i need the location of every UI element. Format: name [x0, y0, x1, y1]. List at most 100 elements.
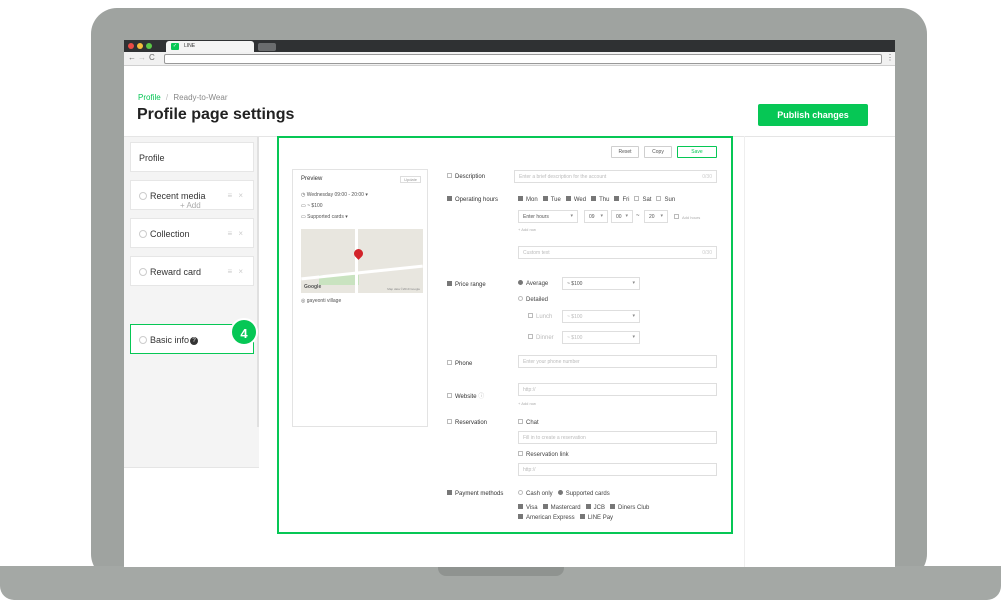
average-price-select[interactable]: ~ $100	[562, 277, 640, 290]
new-tab-button[interactable]	[258, 43, 276, 51]
save-button[interactable]: Save	[677, 146, 717, 158]
add-module-button[interactable]: + Add	[180, 201, 201, 210]
hours-type-select[interactable]: Enter hours	[518, 210, 578, 223]
drag-handle-icon[interactable]: ≡ ×	[227, 191, 245, 200]
add-hours-option[interactable]: Add hours	[674, 214, 700, 220]
browser-tab[interactable]: ✓ LINE	[166, 41, 254, 52]
drag-handle-icon[interactable]: ≡ ×	[227, 267, 245, 276]
reset-button[interactable]: Reset	[611, 146, 639, 158]
toggle-radio[interactable]	[139, 336, 147, 344]
card-diners[interactable]: Diners Club	[609, 504, 649, 511]
line-logo-icon: ✓	[171, 43, 179, 50]
url-input[interactable]	[164, 54, 882, 64]
step-badge: 4	[230, 318, 258, 346]
card-line-pay[interactable]: LINE Pay	[579, 514, 613, 521]
sidebar-item-label: Basic info?	[150, 335, 199, 345]
forward-arrow-icon[interactable]: →	[138, 53, 146, 62]
sidebar-item-label: Collection	[150, 229, 190, 239]
payment-checkbox[interactable]	[447, 490, 452, 495]
update-preview-button[interactable]: Update	[400, 176, 421, 183]
dinner-price-select[interactable]: ~ $100	[562, 331, 640, 344]
copy-button[interactable]: Copy	[644, 146, 672, 158]
website-add-row-link[interactable]: + Add row	[518, 401, 536, 406]
card-amex[interactable]: American Express	[518, 514, 575, 521]
start-hour-select[interactable]: 09	[584, 210, 608, 223]
preview-address: ◎ gayeonti village	[301, 298, 342, 304]
custom-hours-input[interactable]: Custom text 0/30	[518, 246, 717, 259]
description-checkbox[interactable]	[447, 173, 452, 178]
preview-card: Preview Update ◷ Wednesday 09:00 - 20:00…	[292, 169, 428, 427]
page-title: Profile page settings	[137, 106, 295, 123]
breadcrumb-current: Ready-to-Wear	[173, 93, 228, 102]
preview-hours: ◷ Wednesday 09:00 - 20:00 ▾	[301, 192, 368, 198]
reload-icon[interactable]: C	[149, 53, 155, 62]
day-checkbox-row: Mon Tue Wed Thu Fri Sat Sun	[518, 196, 675, 203]
sidebar-item-profile[interactable]: Profile	[130, 142, 254, 172]
operating-hours-checkbox[interactable]	[447, 196, 452, 201]
toggle-radio[interactable]	[139, 268, 147, 276]
reservation-checkbox[interactable]	[447, 419, 452, 424]
sidebar-item-collection[interactable]: Collection ≡ ×	[130, 218, 254, 248]
sidebar-item-reward-card[interactable]: Reward card ≡ ×	[130, 256, 254, 286]
day-thu[interactable]: Thu	[591, 196, 609, 203]
card-jcb[interactable]: JCB	[585, 504, 605, 511]
reservation-chat-input[interactable]: Fill in to create a reservation	[518, 431, 717, 444]
close-window-icon[interactable]	[128, 43, 134, 49]
end-hour-select[interactable]: 20	[644, 210, 668, 223]
description-input[interactable]: Enter a brief description for the accoun…	[514, 170, 717, 183]
price-detailed-radio[interactable]: Detailed	[518, 296, 548, 303]
breadcrumb: Profile / Ready-to-Wear	[138, 93, 227, 102]
drag-handle-icon[interactable]: ≡ ×	[227, 229, 245, 238]
tab-title: LINE	[184, 43, 196, 49]
sidebar-scrollbar[interactable]	[257, 137, 259, 427]
card-options-row-1: Visa Mastercard JCB Diners Club	[518, 504, 649, 511]
supported-cards-radio[interactable]: Supported cards	[557, 490, 610, 497]
day-sun[interactable]: Sun	[656, 196, 675, 203]
minimize-window-icon[interactable]	[137, 43, 143, 49]
publish-changes-button[interactable]: Publish changes	[758, 104, 868, 126]
toggle-radio[interactable]	[139, 230, 147, 238]
address-bar: ← → C ⋮	[124, 52, 895, 66]
sidebar-footer	[124, 468, 259, 567]
laptop-notch	[438, 566, 564, 576]
breadcrumb-profile-link[interactable]: Profile	[138, 93, 161, 102]
cash-only-radio[interactable]: Cash only	[518, 490, 553, 497]
lunch-price-select[interactable]: ~ $100	[562, 310, 640, 323]
website-checkbox[interactable]	[447, 393, 452, 398]
day-tue[interactable]: Tue	[542, 196, 561, 203]
maximize-window-icon[interactable]	[146, 43, 152, 49]
card-visa[interactable]: Visa	[518, 504, 538, 511]
map-road	[355, 229, 358, 293]
price-range-label: Price range	[447, 281, 486, 288]
payment-type-row: Cash only Supported cards	[518, 490, 610, 497]
lunch-option[interactable]: Lunch	[528, 313, 552, 320]
toggle-radio[interactable]	[139, 192, 147, 200]
reservation-link-option[interactable]: Reservation link	[518, 451, 569, 458]
help-icon[interactable]: ⓘ	[477, 394, 484, 400]
map-preview[interactable]: Google Map data ©2019 Google	[301, 229, 423, 293]
day-sat[interactable]: Sat	[634, 196, 651, 203]
phone-input[interactable]: Enter your phone number	[518, 355, 717, 368]
back-arrow-icon[interactable]: ←	[128, 53, 136, 62]
day-wed[interactable]: Wed	[565, 196, 586, 203]
reservation-link-input[interactable]: http://	[518, 463, 717, 476]
dinner-option[interactable]: Dinner	[528, 334, 554, 341]
card-options-row-2: American Express LINE Pay	[518, 514, 613, 521]
browser-menu-icon[interactable]: ⋮	[886, 53, 894, 62]
preview-cards: ▭ Supported cards ▾	[301, 214, 348, 220]
preview-price: ▭ ~ $100	[301, 203, 323, 209]
reservation-label: Reservation	[447, 419, 487, 426]
website-input[interactable]: http://	[518, 383, 717, 396]
card-mastercard[interactable]: Mastercard	[542, 504, 581, 511]
add-row-link[interactable]: + Add row	[518, 227, 536, 232]
price-average-radio[interactable]: Average	[518, 280, 548, 287]
day-mon[interactable]: Mon	[518, 196, 538, 203]
reservation-chat-option[interactable]: Chat	[518, 419, 539, 426]
phone-checkbox[interactable]	[447, 360, 452, 365]
day-fri[interactable]: Fri	[614, 196, 629, 203]
preview-title: Preview	[301, 176, 323, 182]
tab-bar: ✓ LINE	[124, 40, 895, 52]
start-minute-select[interactable]: 00	[611, 210, 633, 223]
price-range-checkbox[interactable]	[447, 281, 452, 286]
question-icon[interactable]: ?	[190, 337, 199, 345]
